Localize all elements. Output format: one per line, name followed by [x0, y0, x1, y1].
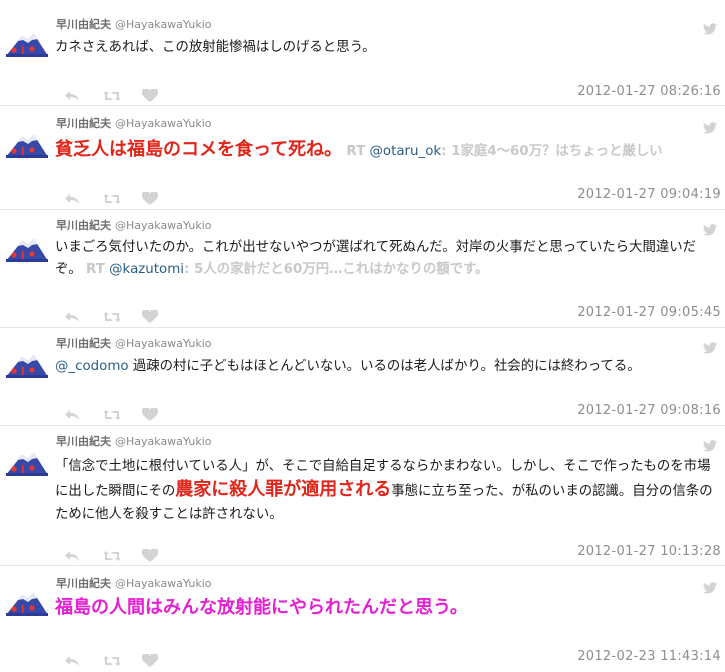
tweet-body: カネさえあれば、この放射能惨禍はしのげると思う。 [55, 40, 376, 55]
author-handle[interactable]: @HayakawaYukio [115, 577, 212, 590]
tweet-text: 福島の人間はみんな放射能にやられたんだと思う。 [55, 597, 721, 621]
author-handle[interactable]: @HayakawaYukio [115, 117, 212, 130]
like-heart-icon[interactable] [142, 308, 159, 323]
reply-icon[interactable] [64, 407, 80, 421]
tweet-body: 過疎の村に子どもはほとんどいない。いるのは老人ばかり。社会的には終わってる。 [128, 359, 641, 374]
avatar[interactable] [4, 587, 50, 619]
twitter-bird-icon[interactable] [703, 339, 717, 354]
tweet-header: 早川由紀夫 @HayakawaYukio [56, 219, 212, 233]
twitter-bird-icon[interactable] [703, 579, 717, 594]
retweet-icon[interactable] [103, 88, 122, 102]
like-heart-icon[interactable] [142, 652, 159, 667]
retweet-icon[interactable] [103, 548, 122, 562]
tweet-header: 早川由紀夫 @HayakawaYukio [56, 18, 212, 32]
tweet-actions [64, 544, 176, 562]
retweet-icon[interactable] [103, 407, 122, 421]
tweet-item: 早川由紀夫 @HayakawaYukio カネさえあれば、この放射能惨禍はしのげる… [0, 0, 725, 106]
tweet-item: 早川由紀夫 @HayakawaYukio 福島の人間はみんな放射能にやられたんだと… [0, 567, 725, 668]
tweet-header: 早川由紀夫 @HayakawaYukio [56, 435, 212, 449]
reply-icon[interactable] [64, 309, 80, 323]
reply-icon[interactable] [64, 548, 80, 562]
tweet-timestamp[interactable]: 2012-01-27 10:13:28 [577, 544, 721, 559]
reply-icon[interactable] [64, 88, 80, 102]
tweet-actions [64, 403, 176, 421]
tweet-text: カネさえあれば、この放射能惨禍はしのげると思う。 [55, 37, 721, 59]
mountain-avatar-icon [4, 349, 50, 381]
twitter-bird-icon[interactable] [703, 221, 717, 236]
twitter-bird-icon[interactable] [703, 437, 717, 452]
mountain-avatar-icon [4, 28, 50, 60]
mountain-avatar-icon [4, 587, 50, 619]
tweet-item: 早川由紀夫 @HayakawaYukio いまごろ気付いたのか。これが出せないやつ… [0, 211, 725, 328]
tweet-text: 「信念で土地に根付いている人」が、そこで自給自足するならかまわない。しかし、そこ… [55, 455, 721, 526]
reply-icon[interactable] [64, 653, 80, 667]
twitter-bird-icon[interactable] [703, 20, 717, 35]
tweet-timestamp[interactable]: 2012-01-27 09:05:45 [577, 305, 721, 320]
author-name[interactable]: 早川由紀夫 [56, 337, 111, 350]
author-name[interactable]: 早川由紀夫 [56, 117, 111, 130]
tweet-header: 早川由紀夫 @HayakawaYukio [56, 117, 212, 131]
tweet-timestamp[interactable]: 2012-02-23 11:43:14 [577, 649, 721, 664]
tweet-timestamp[interactable]: 2012-01-27 08:26:16 [577, 84, 721, 99]
highlighted-text: 福島の人間はみんな放射能にやられたんだと思う。 [55, 597, 468, 618]
tweet-timestamp[interactable]: 2012-01-27 09:04:19 [577, 187, 721, 202]
author-name[interactable]: 早川由紀夫 [56, 577, 111, 590]
tweet-actions [64, 305, 176, 323]
highlighted-text: 農家に殺人罪が適用される [175, 479, 392, 500]
avatar[interactable] [4, 233, 50, 265]
mountain-avatar-icon [4, 129, 50, 161]
tweet-actions [64, 84, 176, 102]
rt-mention-link[interactable]: @otaru_ok [369, 144, 441, 159]
author-handle[interactable]: @HayakawaYukio [115, 337, 212, 350]
author-handle[interactable]: @HayakawaYukio [115, 18, 212, 31]
retweet-icon[interactable] [103, 191, 122, 205]
rt-label: RT [86, 262, 105, 277]
mountain-avatar-icon [4, 447, 50, 479]
reply-icon[interactable] [64, 191, 80, 205]
tweet-actions [64, 187, 176, 205]
tweet-text: 貧乏人は福島のコメを食って死ね。 RT @otaru_ok: 1家庭4～60万？… [55, 139, 721, 163]
like-heart-icon[interactable] [142, 547, 159, 562]
tweet-item: 早川由紀夫 @HayakawaYukio 貧乏人は福島のコメを食って死ね。 RT … [0, 107, 725, 210]
avatar[interactable] [4, 129, 50, 161]
tweet-header: 早川由紀夫 @HayakawaYukio [56, 577, 212, 591]
highlighted-text: 貧乏人は福島のコメを食って死ね。 [55, 139, 343, 160]
retweet-icon[interactable] [103, 653, 122, 667]
author-handle[interactable]: @HayakawaYukio [115, 435, 212, 448]
tweet-text: @_codomo 過疎の村に子どもはほとんどいない。いるのは老人ばかり。社会的に… [55, 356, 721, 378]
tweet-actions [64, 649, 176, 667]
retweet-icon[interactable] [103, 309, 122, 323]
rt-label: RT [346, 144, 366, 159]
author-handle[interactable]: @HayakawaYukio [115, 219, 212, 232]
author-name[interactable]: 早川由紀夫 [56, 18, 111, 31]
rt-mention-link[interactable]: @kazutomi [109, 262, 184, 277]
avatar[interactable] [4, 447, 50, 479]
author-name[interactable]: 早川由紀夫 [56, 435, 111, 448]
tweet-item: 早川由紀夫 @HayakawaYukio @_codomo 過疎の村に子どもはほと… [0, 329, 725, 426]
mention-link[interactable]: @_codomo [55, 359, 129, 374]
like-heart-icon[interactable] [142, 190, 159, 205]
like-heart-icon[interactable] [142, 87, 159, 102]
tweet-item: 早川由紀夫 @HayakawaYukio 「信念で土地に根付いている人」が、そこで… [0, 427, 725, 566]
tweet-timestamp[interactable]: 2012-01-27 09:08:16 [577, 403, 721, 418]
avatar[interactable] [4, 28, 50, 60]
rt-quoted-text: : 1家庭4～60万？はちょっと厳しい [441, 144, 663, 159]
tweet-text: いまごろ気付いたのか。これが出せないやつが選ばれて死ぬんだ。対岸の火事だと思って… [55, 237, 721, 281]
twitter-bird-icon[interactable] [703, 119, 717, 134]
avatar[interactable] [4, 349, 50, 381]
tweet-header: 早川由紀夫 @HayakawaYukio [56, 337, 212, 351]
like-heart-icon[interactable] [142, 406, 159, 421]
rt-quoted-text: : 5人の家計だと60万円…これはかなりの額です。 [184, 262, 489, 277]
mountain-avatar-icon [4, 233, 50, 265]
author-name[interactable]: 早川由紀夫 [56, 219, 111, 232]
